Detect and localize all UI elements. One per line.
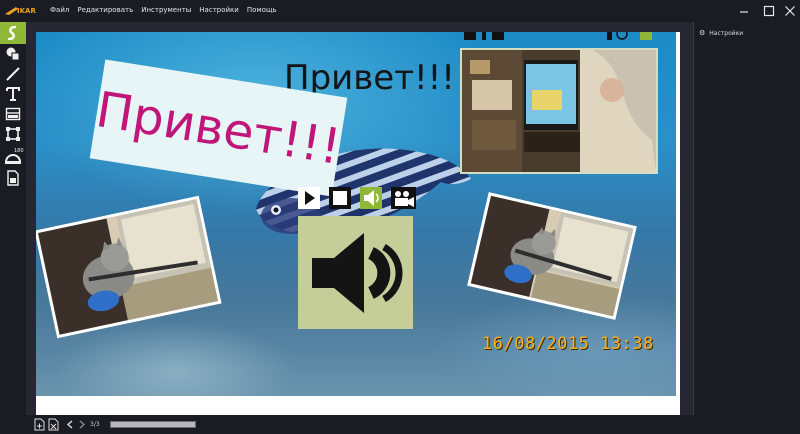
close-icon[interactable] bbox=[782, 3, 798, 19]
left-toolbar: 180 bbox=[0, 22, 26, 434]
cat-photo-image bbox=[37, 199, 219, 335]
rotate-tool-icon[interactable]: 180 bbox=[2, 146, 24, 166]
maximize-icon[interactable] bbox=[761, 3, 777, 19]
date-time-stamp[interactable]: 16/08/2015 13:38 bbox=[482, 334, 654, 354]
audio-speaker-box[interactable] bbox=[298, 216, 413, 329]
menu-help[interactable]: Помощь bbox=[247, 6, 277, 14]
page-counter: 3/3 bbox=[90, 421, 100, 428]
gear-icon: ⚙ bbox=[699, 29, 706, 37]
right-panel: ⚙ Настройки bbox=[695, 22, 800, 434]
bottom-bar: 3/3 bbox=[26, 415, 694, 434]
video-thumbnail bbox=[462, 50, 656, 172]
settings-label: Настройки bbox=[709, 29, 744, 37]
next-page-icon[interactable] bbox=[76, 418, 88, 431]
background-image-aquarium[interactable]: Привет!!! Привет!!! 16/08/2015 13:38 bbox=[36, 32, 676, 396]
logo-text: IKAR bbox=[17, 7, 36, 15]
menu-edit[interactable]: Редактировать bbox=[77, 6, 133, 14]
menu-bar: Файл Редактировать Инструменты Настройки… bbox=[50, 6, 277, 14]
video-camera-icon[interactable] bbox=[391, 187, 416, 209]
menu-settings[interactable]: Настройки bbox=[199, 6, 239, 14]
shapes-tool-icon[interactable] bbox=[2, 44, 24, 64]
text-tool-icon[interactable] bbox=[2, 84, 24, 104]
greeting-text-big: Привет!!! bbox=[92, 80, 345, 176]
speaker-icon bbox=[311, 232, 403, 313]
cat-photo-left[interactable] bbox=[36, 195, 222, 339]
ikar-logo: IKAR bbox=[5, 7, 36, 15]
play-icon[interactable] bbox=[298, 187, 320, 209]
layers-tool-icon[interactable] bbox=[2, 104, 24, 124]
cat-photo-right[interactable] bbox=[467, 192, 637, 320]
video-player[interactable] bbox=[460, 48, 658, 174]
slide-canvas[interactable]: Привет!!! Привет!!! 16/08/2015 13:38 bbox=[36, 32, 680, 416]
rotate-badge: 180 bbox=[14, 148, 24, 154]
cat-photo-image bbox=[470, 195, 634, 317]
minimize-icon[interactable] bbox=[736, 3, 752, 19]
frame-tool-icon[interactable] bbox=[2, 124, 24, 144]
export-tool-icon[interactable] bbox=[2, 168, 24, 188]
select-tool-icon[interactable] bbox=[0, 22, 26, 44]
settings-section-header[interactable]: ⚙ Настройки bbox=[695, 26, 800, 40]
delete-page-icon[interactable] bbox=[48, 418, 60, 431]
video-controls-top bbox=[464, 32, 652, 40]
menu-tools[interactable]: Инструменты bbox=[141, 6, 191, 14]
menu-file[interactable]: Файл bbox=[50, 6, 69, 14]
workspace: Привет!!! Привет!!! 16/08/2015 13:38 bbox=[26, 22, 694, 416]
title-bar: IKAR Файл Редактировать Инструменты Наст… bbox=[0, 0, 800, 22]
zoom-slider[interactable] bbox=[110, 421, 196, 428]
line-tool-icon[interactable] bbox=[2, 64, 24, 84]
app-window: IKAR Файл Редактировать Инструменты Наст… bbox=[0, 0, 800, 434]
media-controls bbox=[298, 186, 416, 210]
audio-icon[interactable] bbox=[360, 187, 382, 209]
stop-icon[interactable] bbox=[329, 187, 351, 209]
add-page-icon[interactable] bbox=[34, 418, 46, 431]
prev-page-icon[interactable] bbox=[64, 418, 76, 431]
